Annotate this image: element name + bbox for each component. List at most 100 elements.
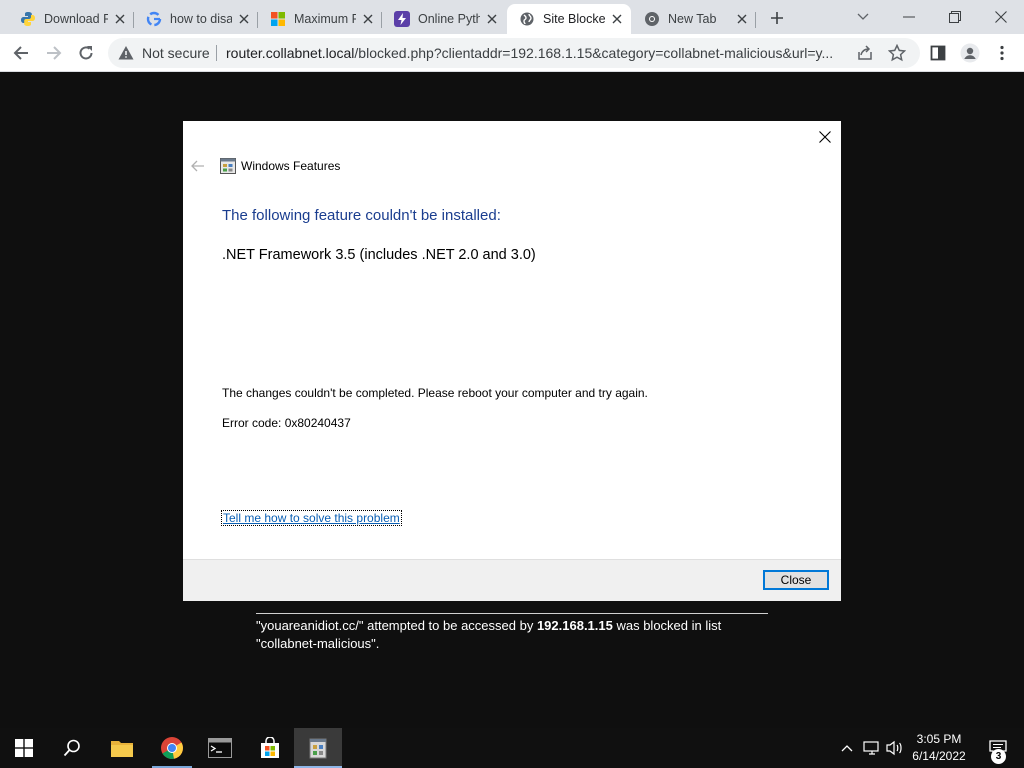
tab-maximum-path[interactable]: Maximum Path [258,4,382,34]
tab-title: how to disable [170,12,232,26]
blocked-ip: 192.168.1.15 [536,618,613,633]
minimize-icon [903,16,915,18]
arrow-left-icon [13,46,28,60]
back-button[interactable] [7,39,35,67]
windows-features-icon [220,158,236,174]
volume-button[interactable] [884,728,906,768]
tab-title: Online Python [418,12,480,26]
tab-title: Download Python [44,12,108,26]
reload-icon [79,46,93,60]
terminal-icon [208,738,232,758]
minimize-button[interactable] [886,0,932,34]
google-icon [146,11,162,27]
profile-button[interactable] [956,39,984,67]
windows-features-icon [309,738,327,759]
url-host: router.collabnet.local [226,45,355,61]
error-message: The changes couldn't be completed. Pleas… [222,386,648,400]
store-icon [261,737,279,758]
tab-how-to-disable[interactable]: how to disable [134,4,258,34]
warning-icon[interactable] [118,45,134,61]
clock-date: 6/14/2022 [912,749,966,763]
side-panel-icon [930,45,946,61]
close-tab-icon[interactable] [112,11,128,27]
close-tab-icon[interactable] [236,11,252,27]
tab-download-python[interactable]: Download Python [8,4,134,34]
url-path: /blocked.php?clientaddr=192.168.1.15&cat… [354,45,834,61]
blocked-list: "collabnet-malicious". [256,636,380,651]
close-tab-icon[interactable] [609,11,625,27]
network-icon [863,741,879,755]
restore-icon [949,11,961,23]
network-button[interactable] [860,728,884,768]
system-clock[interactable]: 3:05 PM 6/14/2022 [906,731,972,765]
close-window-button[interactable] [978,0,1024,34]
close-icon [819,131,831,143]
python-icon [20,11,36,27]
clock-time: 3:05 PM [916,732,962,746]
chrome-icon [644,11,660,27]
tab-online-python[interactable]: Online Python [382,4,506,34]
restore-button[interactable] [932,0,978,34]
help-link[interactable]: Tell me how to solve this problem [221,510,402,526]
taskbar-file-explorer[interactable] [98,728,146,768]
search-icon [63,739,80,757]
avatar-icon [960,43,980,63]
feature-name: .NET Framework 3.5 (includes .NET 2.0 an… [222,247,536,263]
tab-search-button[interactable] [840,0,886,34]
close-tab-icon[interactable] [360,11,376,27]
globe-icon [519,11,535,27]
dialog-title: Windows Features [241,159,341,173]
blocked-site: "youareanidiot.cc/" [256,618,364,633]
chevron-up-icon [841,745,853,752]
start-button[interactable] [0,728,48,768]
close-tab-icon[interactable] [734,11,750,27]
taskbar-terminal[interactable] [196,728,244,768]
tab-title: Maximum Path [294,12,356,26]
windows-features-dialog [183,121,841,601]
blocked-text: attempted to be accessed by [363,618,537,633]
close-button[interactable]: Close [763,570,829,590]
divider-line [256,613,768,614]
dialog-heading: The following feature couldn't be instal… [222,207,501,224]
taskbar-store[interactable] [246,728,294,768]
chrome-icon [161,737,183,759]
arrow-right-icon [47,46,62,60]
blocked-message: "youareanidiot.cc/" attempted to be acce… [256,617,776,653]
address-bar[interactable]: Not secure router.collabnet.local/blocke… [108,38,920,68]
close-tab-icon[interactable] [484,11,500,27]
url-text[interactable]: router.collabnet.local/blocked.php?clien… [226,45,846,61]
close-icon [995,11,1007,23]
chevron-down-icon [857,13,869,20]
tab-new-tab[interactable]: New Tab [632,4,756,34]
divider [216,45,217,61]
microsoft-icon [270,11,286,27]
reload-button[interactable] [72,39,100,67]
menu-button[interactable] [988,39,1016,67]
bookmark-star-icon[interactable] [887,43,907,62]
folder-icon [111,741,133,757]
windows-logo-icon [15,739,33,757]
speaker-icon [886,740,902,756]
forward-button[interactable] [40,39,68,67]
side-panel-button[interactable] [924,39,952,67]
tab-title: Site Blocked [543,12,605,26]
notification-count-badge: 3 [991,749,1006,764]
dialog-close-button[interactable] [808,126,842,148]
tab-title: New Tab [668,12,717,26]
taskbar-chrome[interactable] [148,728,196,768]
new-tab-button[interactable] [764,6,790,30]
taskbar-windows-features[interactable] [294,728,342,768]
tab-site-blocked[interactable]: Site Blocked [507,4,631,34]
arrow-left-icon [191,160,204,172]
browser-toolbar: Not secure router.collabnet.local/blocke… [0,34,1024,72]
kebab-menu-icon [1000,45,1004,61]
search-button[interactable] [48,728,96,768]
plus-icon [771,12,783,24]
lightning-icon [394,11,410,27]
dialog-back-button[interactable] [190,158,206,174]
share-icon[interactable] [856,44,874,62]
security-label[interactable]: Not secure [142,45,210,61]
show-hidden-icons-button[interactable] [836,728,858,768]
blocked-text: was blocked in list [612,618,722,633]
dialog-footer [183,559,841,601]
